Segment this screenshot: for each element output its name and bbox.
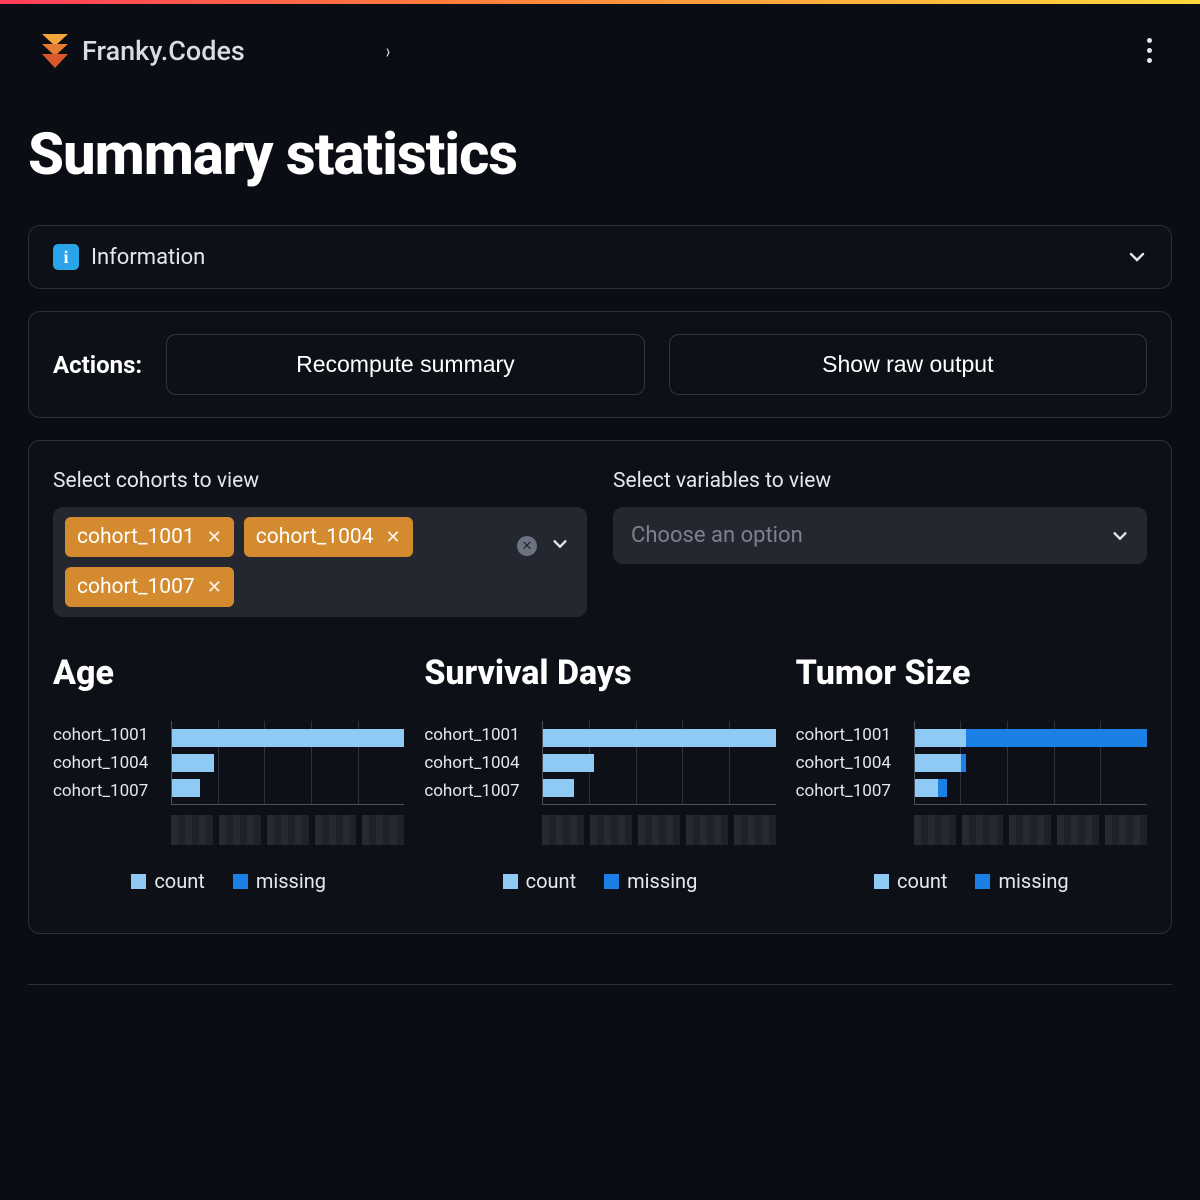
legend-swatch xyxy=(874,874,889,889)
chart-ylabel: cohort_1001 xyxy=(796,727,906,744)
chart-bar xyxy=(915,779,1147,797)
chart-bar xyxy=(543,779,775,797)
logo-icon xyxy=(40,34,70,68)
brand-name: Franky.Codes xyxy=(82,35,245,67)
x-axis-ticks xyxy=(542,815,775,845)
cohort-tag-label: cohort_1007 xyxy=(77,575,195,599)
info-label: Information xyxy=(91,245,205,270)
clear-all-icon[interactable]: ✕ xyxy=(517,536,537,556)
chart-bar xyxy=(915,729,1147,747)
page-title: Summary statistics xyxy=(28,121,1172,189)
chart-bar xyxy=(172,754,404,772)
chart-title: Age xyxy=(53,653,404,693)
chart-bar xyxy=(543,729,775,747)
chart-plot xyxy=(914,721,1147,805)
legend-item: count xyxy=(503,869,577,893)
x-axis-ticks xyxy=(914,815,1147,845)
variable-filter-label: Select variables to view xyxy=(613,469,1147,493)
chart-panel: Age cohort_1001 cohort_1004 cohort_1007coun… xyxy=(53,653,404,893)
show-raw-output-button[interactable]: Show raw output xyxy=(669,334,1147,395)
cohort-tag: cohort_1004 ✕ xyxy=(244,517,413,557)
remove-tag-icon[interactable]: ✕ xyxy=(207,577,222,598)
legend-label: count xyxy=(897,869,948,893)
chart-ylabel: cohort_1007 xyxy=(424,783,534,800)
actions-label: Actions: xyxy=(53,351,142,379)
legend-swatch xyxy=(503,874,518,889)
cohort-tag-label: cohort_1001 xyxy=(77,525,195,549)
cohort-multiselect[interactable]: cohort_1001 ✕ cohort_1004 ✕ cohort_1007 ✕ ✕ xyxy=(53,507,587,617)
chart-bar xyxy=(915,754,1147,772)
section-divider xyxy=(28,984,1172,985)
chevron-down-icon xyxy=(1127,247,1147,267)
chart-plot xyxy=(542,721,775,805)
cohort-filter-label: Select cohorts to view xyxy=(53,469,587,493)
chart-ylabel: cohort_1004 xyxy=(796,755,906,772)
legend-label: count xyxy=(526,869,577,893)
legend-label: missing xyxy=(627,869,697,893)
chart-legend: count missing xyxy=(796,869,1147,893)
chart-title: Tumor Size xyxy=(796,653,1147,693)
chart-ylabel: cohort_1007 xyxy=(53,783,163,800)
legend-swatch xyxy=(604,874,619,889)
legend-item: missing xyxy=(233,869,326,893)
legend-item: count xyxy=(874,869,948,893)
chart-title: Survival Days xyxy=(424,653,775,693)
chart-panel: Survival Days cohort_1001 cohort_1004cohor… xyxy=(424,653,775,893)
chevron-right-icon[interactable]: › xyxy=(386,39,390,63)
chart-ylabel: cohort_1001 xyxy=(53,727,163,744)
variable-filter: Select variables to view Choose an optio… xyxy=(613,469,1147,617)
variable-select-placeholder: Choose an option xyxy=(631,523,803,548)
info-icon: i xyxy=(53,244,79,270)
information-expander[interactable]: i Information xyxy=(28,225,1172,289)
chart-panel: Tumor Size cohort_1001 cohort_1004 cohort_1… xyxy=(796,653,1147,893)
top-gradient-bar xyxy=(0,0,1200,4)
chart-legend: count missing xyxy=(53,869,404,893)
app-header: Franky.Codes › xyxy=(0,0,1200,81)
legend-label: missing xyxy=(998,869,1068,893)
legend-swatch xyxy=(233,874,248,889)
legend-swatch xyxy=(131,874,146,889)
remove-tag-icon[interactable]: ✕ xyxy=(386,527,401,548)
x-axis-ticks xyxy=(171,815,404,845)
variable-select[interactable]: Choose an option xyxy=(613,507,1147,564)
legend-item: count xyxy=(131,869,205,893)
legend-label: count xyxy=(154,869,205,893)
filters-card: Select cohorts to view cohort_1001✕cohor… xyxy=(28,440,1172,934)
chart-bar xyxy=(172,729,404,747)
chevron-down-icon[interactable] xyxy=(551,535,569,557)
chart-bar xyxy=(543,754,775,772)
legend-item: missing xyxy=(604,869,697,893)
cohort-tag: cohort_1001 ✕ xyxy=(65,517,234,557)
chart-legend: count missing xyxy=(424,869,775,893)
overflow-menu-button[interactable] xyxy=(1139,30,1160,71)
chevron-down-icon xyxy=(1111,527,1129,545)
legend-label: missing xyxy=(256,869,326,893)
recompute-summary-button[interactable]: Recompute summary xyxy=(166,334,644,395)
chart-ylabel: cohort_1007 xyxy=(796,783,906,800)
legend-swatch xyxy=(975,874,990,889)
legend-item: missing xyxy=(975,869,1068,893)
brand-logo[interactable]: Franky.Codes xyxy=(40,34,245,68)
cohort-tag-label: cohort_1004 xyxy=(256,525,374,549)
chart-ylabel: cohort_1004 xyxy=(424,755,534,772)
chart-bar xyxy=(172,779,404,797)
cohort-tag: cohort_1007 ✕ xyxy=(65,567,234,607)
chart-ylabel: cohort_1001 xyxy=(424,727,534,744)
cohort-filter: Select cohorts to view cohort_1001✕cohor… xyxy=(53,469,587,617)
page-body: Summary statistics i Information Actions… xyxy=(0,81,1200,934)
chart-ylabel: cohort_1004 xyxy=(53,755,163,772)
remove-tag-icon[interactable]: ✕ xyxy=(207,527,222,548)
chart-plot xyxy=(171,721,404,805)
actions-card: Actions: Recompute summary Show raw outp… xyxy=(28,311,1172,418)
